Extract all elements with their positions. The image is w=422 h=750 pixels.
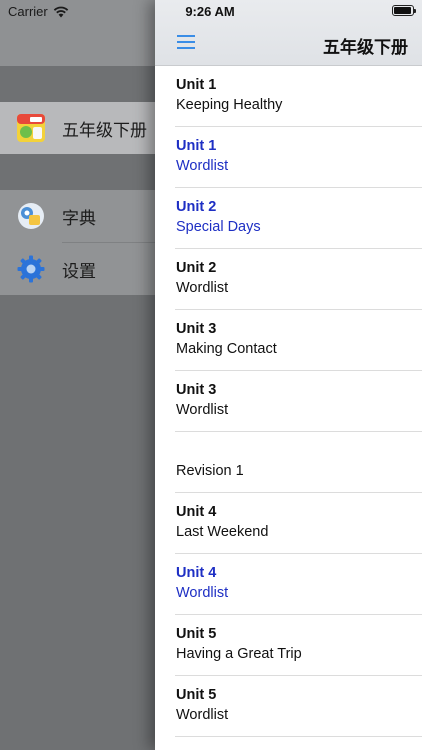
- drawer-book-title: 五年级下册: [62, 120, 147, 141]
- unit-subtitle: Keeping Healthy: [176, 97, 283, 113]
- dictionary-icon: [18, 203, 44, 229]
- unit-label: Unit 5: [176, 687, 217, 703]
- unit-subtitle: Wordlist: [176, 707, 229, 723]
- battery-icon: [392, 5, 416, 16]
- list-item-revision[interactable]: Revision 1: [155, 432, 422, 493]
- wifi-icon: [53, 6, 68, 17]
- carrier-label: Carrier: [8, 4, 48, 19]
- list-item[interactable]: Unit 3 Making Contact: [155, 310, 422, 371]
- unit-subtitle: Wordlist: [176, 280, 229, 296]
- unit-label: Unit 2: [176, 199, 217, 215]
- unit-subtitle: Last Weekend: [176, 524, 269, 540]
- unit-list-panel: 9:26 AM 五年级下册 Unit 1 Keeping Healthy Uni…: [155, 0, 422, 750]
- unit-label: Unit 3: [176, 382, 217, 398]
- drawer-item-label: 设置: [62, 261, 96, 282]
- unit-label: Unit 1: [176, 138, 217, 154]
- hamburger-icon: [177, 35, 195, 37]
- list-item[interactable]: Unit 1 Keeping Healthy: [155, 66, 422, 127]
- unit-label: Unit 4: [176, 565, 217, 581]
- list-item[interactable]: Unit 2 Special Days: [155, 188, 422, 249]
- unit-subtitle: Wordlist: [176, 158, 229, 174]
- unit-subtitle: Special Days: [176, 219, 261, 235]
- unit-subtitle: Making Contact: [176, 341, 277, 357]
- book-cover-icon: [17, 114, 45, 142]
- list-item[interactable]: Unit 1 Wordlist: [155, 127, 422, 188]
- list-item[interactable]: Unit 4 Wordlist: [155, 554, 422, 615]
- unit-label: Unit 5: [176, 626, 217, 642]
- unit-label: Unit 1: [176, 77, 217, 93]
- unit-subtitle: Wordlist: [176, 585, 229, 601]
- status-bar-left: Carrier: [8, 4, 69, 19]
- revision-label: Revision 1: [176, 463, 244, 479]
- unit-subtitle: Wordlist: [176, 402, 229, 418]
- unit-subtitle: Having a Great Trip: [176, 646, 302, 662]
- unit-label: Unit 3: [176, 321, 217, 337]
- unit-label: Unit 4: [176, 504, 217, 520]
- settings-gear-icon: [17, 255, 45, 283]
- list-item[interactable]: Unit 5 Wordlist: [155, 676, 422, 737]
- unit-label: Unit 2: [176, 260, 217, 276]
- list-item[interactable]: Unit 2 Wordlist: [155, 249, 422, 310]
- navigation-bar: 9:26 AM 五年级下册: [155, 0, 422, 66]
- drawer-item-label: 字典: [62, 208, 96, 229]
- status-time: 9:26 AM: [185, 4, 235, 19]
- page-title: 五年级下册: [323, 38, 408, 58]
- menu-button[interactable]: [177, 34, 197, 50]
- list-item[interactable]: Unit 5 Having a Great Trip: [155, 615, 422, 676]
- list-item[interactable]: Unit 3 Wordlist: [155, 371, 422, 432]
- list-item[interactable]: Unit 4 Last Weekend: [155, 493, 422, 554]
